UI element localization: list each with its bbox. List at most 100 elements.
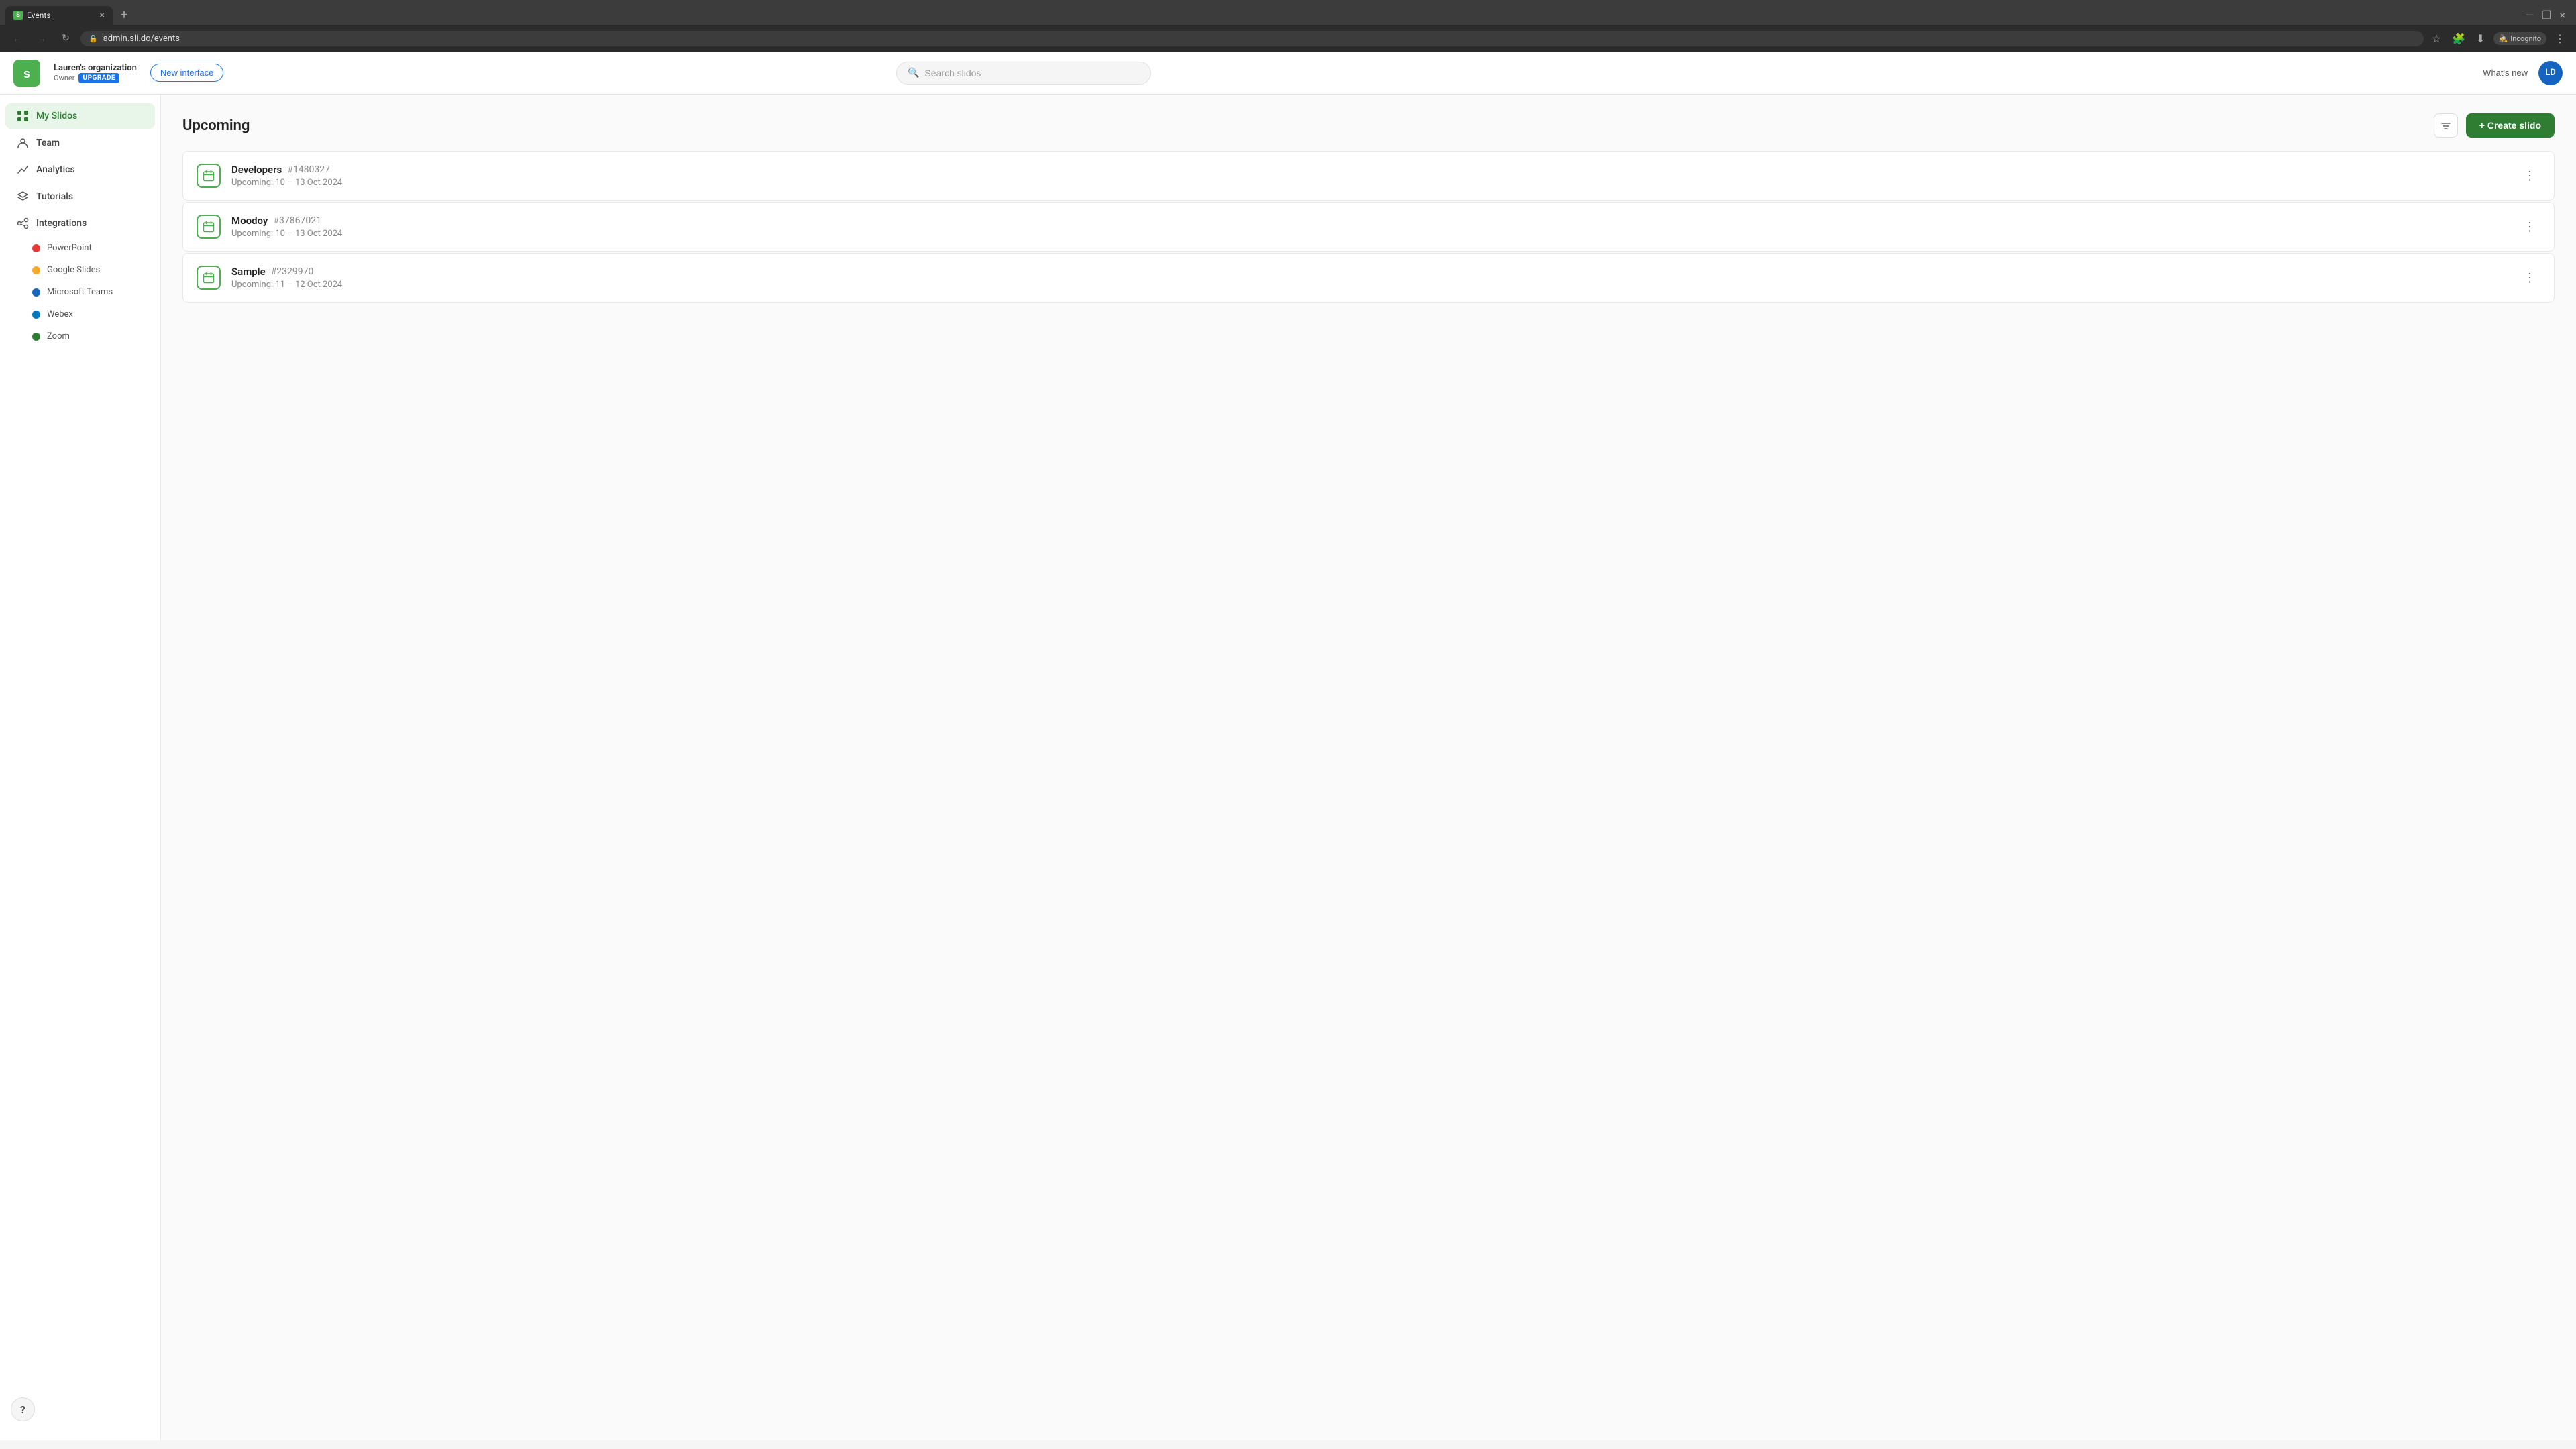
event-more-button[interactable]: ⋮: [2519, 165, 2540, 186]
browser-action-buttons: ☆ 🧩 ⬇ 🕵 Incognito ⋮: [2429, 30, 2568, 48]
slido-logo: s: [13, 60, 40, 87]
app-container: s Lauren's organization Owner UPGRADE Ne…: [0, 52, 2576, 1440]
event-id: #1480327: [287, 164, 330, 175]
zoom-dot: [32, 333, 40, 341]
org-name: Lauren's organization: [54, 63, 137, 73]
table-row[interactable]: Sample #2329970 Upcoming: 11 – 12 Oct 20…: [182, 253, 2555, 303]
team-icon: [16, 137, 30, 149]
back-button[interactable]: ←: [8, 29, 27, 48]
content-actions: + Create slido: [2434, 113, 2555, 138]
event-name-row: Sample #2329970: [231, 266, 2508, 278]
content-header: Upcoming + Create slido: [182, 113, 2555, 138]
powerpoint-label: PowerPoint: [47, 243, 92, 253]
event-date: Upcoming: 10 – 13 Oct 2024: [231, 178, 2508, 188]
filter-button[interactable]: [2434, 113, 2458, 138]
browser-controls: ← → ↻ 🔒 admin.sli.do/events ☆ 🧩 ⬇ 🕵 Inco…: [0, 25, 2576, 52]
tab-title: Events: [27, 11, 96, 20]
help-button[interactable]: ?: [11, 1397, 35, 1421]
incognito-badge: 🕵 Incognito: [2493, 32, 2547, 45]
event-name-row: Developers #1480327: [231, 164, 2508, 176]
whats-new-button[interactable]: What's new: [2483, 68, 2528, 78]
reload-button[interactable]: ↻: [56, 29, 75, 48]
webex-dot: [32, 311, 40, 319]
search-bar: 🔍: [896, 62, 1151, 85]
table-row[interactable]: Moodoy #37867021 Upcoming: 10 – 13 Oct 2…: [182, 202, 2555, 252]
bookmark-button[interactable]: ☆: [2429, 30, 2444, 48]
zoom-label: Zoom: [47, 331, 70, 341]
tab-favicon: S: [13, 11, 23, 20]
event-name: Sample: [231, 266, 266, 278]
tab-close-button[interactable]: ×: [100, 10, 105, 21]
event-date: Upcoming: 10 – 13 Oct 2024: [231, 229, 2508, 239]
event-name: Developers: [231, 164, 282, 176]
sidebar-item-team[interactable]: Team: [5, 130, 155, 156]
sidebar-item-zoom[interactable]: Zoom: [5, 326, 155, 347]
integrations-icon: [16, 217, 30, 229]
powerpoint-dot: [32, 244, 40, 252]
event-id: #2329970: [271, 266, 314, 277]
google-slides-dot: [32, 266, 40, 274]
calendar-icon: [203, 170, 215, 182]
maximize-button[interactable]: ❐: [2542, 9, 2551, 21]
org-role-row: Owner UPGRADE: [54, 73, 137, 83]
sidebar-item-tutorials[interactable]: Tutorials: [5, 184, 155, 209]
chrome-menu-button[interactable]: ⋮: [2552, 30, 2568, 48]
extensions-button[interactable]: 🧩: [2449, 30, 2468, 48]
event-list: Developers #1480327 Upcoming: 10 – 13 Oc…: [182, 151, 2555, 303]
incognito-label: Incognito: [2510, 34, 2541, 43]
webex-label: Webex: [47, 309, 73, 319]
section-title: Upcoming: [182, 117, 250, 134]
table-row[interactable]: Developers #1480327 Upcoming: 10 – 13 Oc…: [182, 151, 2555, 201]
window-controls: — ❐ ×: [2526, 9, 2571, 21]
address-text: admin.sli.do/events: [103, 34, 180, 44]
event-info: Developers #1480327 Upcoming: 10 – 13 Oc…: [231, 164, 2508, 188]
create-slido-button[interactable]: + Create slido: [2466, 113, 2555, 138]
event-more-button[interactable]: ⋮: [2519, 216, 2540, 237]
filter-icon: [2440, 120, 2451, 131]
sidebar-item-webex[interactable]: Webex: [5, 304, 155, 325]
microsoft-teams-dot: [32, 288, 40, 297]
header-right: What's new LD: [2483, 61, 2563, 85]
sidebar-item-label: Analytics: [36, 164, 75, 175]
event-calendar-icon: [197, 266, 221, 290]
upgrade-badge[interactable]: UPGRADE: [78, 73, 119, 83]
browser-tab-bar: S Events × + — ❐ ×: [0, 0, 2576, 25]
sidebar-item-google-slides[interactable]: Google Slides: [5, 260, 155, 280]
browser-tab[interactable]: S Events ×: [5, 6, 113, 25]
tutorials-icon: [16, 191, 30, 203]
close-window-button[interactable]: ×: [2559, 9, 2565, 21]
event-more-button[interactable]: ⋮: [2519, 267, 2540, 288]
forward-button[interactable]: →: [32, 29, 51, 48]
event-id: #37867021: [273, 215, 321, 226]
sidebar-item-label: Tutorials: [36, 191, 73, 202]
search-input[interactable]: [924, 68, 1140, 78]
event-calendar-icon: [197, 215, 221, 239]
calendar-icon: [203, 272, 215, 284]
event-info: Sample #2329970 Upcoming: 11 – 12 Oct 20…: [231, 266, 2508, 290]
org-role-label: Owner: [54, 74, 74, 83]
calendar-icon: [203, 221, 215, 233]
google-slides-label: Google Slides: [47, 265, 100, 275]
new-tab-button[interactable]: +: [115, 5, 133, 25]
sidebar: My Slidos Team Analytics: [0, 95, 161, 1440]
address-bar[interactable]: 🔒 admin.sli.do/events: [80, 31, 2424, 46]
new-interface-button[interactable]: New interface: [150, 64, 223, 82]
org-info: Lauren's organization Owner UPGRADE: [54, 63, 137, 83]
sidebar-item-label: My Slidos: [36, 111, 77, 121]
app-header: s Lauren's organization Owner UPGRADE Ne…: [0, 52, 2576, 95]
sidebar-item-my-slidos[interactable]: My Slidos: [5, 103, 155, 129]
incognito-icon: 🕵: [2499, 34, 2508, 43]
sidebar-item-analytics[interactable]: Analytics: [5, 157, 155, 182]
sidebar-item-label: Integrations: [36, 218, 87, 229]
sidebar-item-microsoft-teams[interactable]: Microsoft Teams: [5, 282, 155, 303]
sidebar-item-integrations[interactable]: Integrations: [5, 211, 155, 236]
microsoft-teams-label: Microsoft Teams: [47, 287, 113, 297]
download-button[interactable]: ⬇: [2473, 30, 2487, 48]
event-info: Moodoy #37867021 Upcoming: 10 – 13 Oct 2…: [231, 215, 2508, 239]
event-date: Upcoming: 11 – 12 Oct 2024: [231, 280, 2508, 290]
sidebar-item-powerpoint[interactable]: PowerPoint: [5, 237, 155, 258]
svg-text:s: s: [23, 67, 30, 80]
minimize-button[interactable]: —: [2526, 9, 2534, 21]
slido-logo-icon: s: [13, 60, 40, 87]
user-avatar[interactable]: LD: [2538, 61, 2563, 85]
